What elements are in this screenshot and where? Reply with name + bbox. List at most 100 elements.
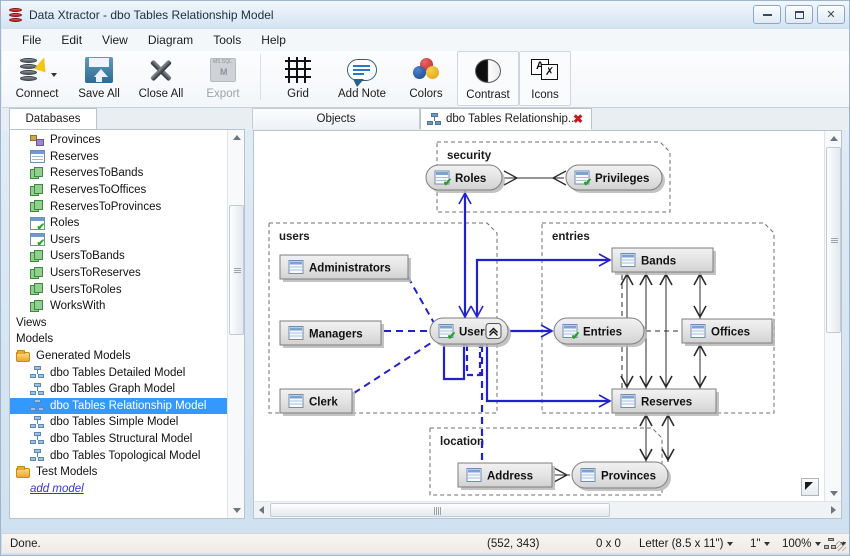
diagram-node[interactable]: ✔Entries: [554, 318, 647, 347]
canvas-resize-handle[interactable]: [801, 478, 819, 496]
tree-item[interactable]: Generated Models: [10, 348, 228, 365]
canvas-scroll-down-icon[interactable]: [825, 486, 842, 501]
node-icon-row: [290, 270, 302, 271]
diagram-edges: [354, 171, 706, 482]
icons-button[interactable]: Icons: [519, 51, 571, 106]
tree-item[interactable]: ReservesToProvinces: [10, 198, 228, 215]
diagram-edge[interactable]: [487, 345, 610, 401]
node-icon-row: [290, 267, 302, 268]
canvas-scroll-right-icon[interactable]: [826, 503, 841, 517]
tree-scroll-thumb[interactable]: [229, 205, 244, 335]
diagram-node[interactable]: Administrators: [280, 255, 411, 282]
node-label: Roles: [455, 173, 486, 185]
tree-item[interactable]: add model: [10, 480, 228, 497]
node-label: Bands: [641, 256, 676, 268]
canvas-scroll-up-icon[interactable]: [825, 131, 842, 146]
tree-item[interactable]: dbo Tables Graph Model: [10, 381, 228, 398]
tree-item[interactable]: WorksWith: [10, 298, 228, 315]
tree-item[interactable]: Users: [10, 232, 228, 249]
add-note-button[interactable]: Add Note: [329, 51, 395, 106]
canvas-hscroll-thumb[interactable]: [270, 503, 610, 517]
status-zoom[interactable]: 100%: [782, 538, 821, 550]
menu-item-help[interactable]: Help: [251, 31, 296, 49]
tree-item[interactable]: dbo Tables Detailed Model: [10, 364, 228, 381]
status-unit-label: 1": [750, 538, 760, 550]
diagram-node[interactable]: ✔Roles: [426, 165, 505, 193]
tree-item[interactable]: Roles: [10, 215, 228, 232]
diagram-node[interactable]: Provinces: [572, 462, 671, 491]
tree-item[interactable]: UsersToRoles: [10, 281, 228, 298]
diagram-edge[interactable]: [408, 277, 434, 323]
diagram-node[interactable]: Offices: [682, 319, 775, 346]
tab-objects[interactable]: Objects: [252, 108, 420, 129]
tree-item[interactable]: UsersToBands: [10, 248, 228, 265]
tree-item[interactable]: ReservesToOffices: [10, 182, 228, 199]
node-icon-row: [622, 404, 634, 405]
menu-item-view[interactable]: View: [92, 31, 138, 49]
diagram-edge[interactable]: [444, 345, 464, 379]
tree-item[interactable]: Views: [10, 315, 228, 332]
tree-item[interactable]: dbo Tables Simple Model: [10, 414, 228, 431]
tree-item[interactable]: Test Models: [10, 464, 228, 481]
status-paper-size[interactable]: Letter (8.5 x 11"): [639, 538, 733, 550]
tree-item-label: dbo Tables Simple Model: [50, 416, 178, 428]
node-icon-row: [468, 478, 480, 479]
menu-item-file[interactable]: File: [12, 31, 51, 49]
menu-item-tools[interactable]: Tools: [203, 31, 251, 49]
tree-item[interactable]: UsersToReserves: [10, 265, 228, 282]
close-all-icon: [147, 54, 175, 86]
tree-item[interactable]: ReservesToBands: [10, 165, 228, 182]
canvas-vertical-scrollbar[interactable]: [824, 131, 841, 501]
database-tree[interactable]: ProvincesReservesReservesToBandsReserves…: [9, 129, 245, 519]
canvas-horizontal-scrollbar[interactable]: [254, 501, 841, 518]
node-label: Privileges: [595, 173, 649, 185]
diagram-canvas[interactable]: securityusersentrieslocation✔Roles✔Privi…: [254, 131, 824, 501]
tree-item[interactable]: Reserves: [10, 149, 228, 166]
paper-dropdown-caret[interactable]: [727, 542, 733, 546]
tab-document-relationship-model[interactable]: dbo Tables Relationship... ✖: [420, 108, 592, 130]
tree-item-label: Views: [16, 317, 46, 329]
colors-button[interactable]: Colors: [395, 51, 457, 106]
menu-item-diagram[interactable]: Diagram: [138, 31, 203, 49]
unit-dropdown-caret[interactable]: [764, 542, 770, 546]
diagram-edge[interactable]: [467, 345, 480, 375]
grid-icon: [285, 54, 311, 86]
maximize-button[interactable]: [785, 5, 813, 24]
diagram-node[interactable]: Bands: [612, 248, 716, 275]
scroll-down-icon[interactable]: [228, 503, 245, 518]
diagram-node[interactable]: Clerk: [280, 389, 355, 416]
tree-item[interactable]: Provinces: [10, 132, 228, 149]
tree-item-label: UsersToBands: [50, 250, 125, 262]
canvas-scroll-thumb[interactable]: [826, 147, 841, 333]
diagram-edge[interactable]: [354, 341, 434, 393]
close-button[interactable]: ✕: [817, 5, 845, 24]
scroll-up-icon[interactable]: [228, 130, 245, 145]
menu-item-edit[interactable]: Edit: [51, 31, 92, 49]
save-all-button[interactable]: Save All: [68, 51, 130, 106]
diagram-node[interactable]: Reserves: [612, 389, 719, 416]
minimize-button[interactable]: [753, 5, 781, 24]
resize-grip[interactable]: [836, 541, 846, 551]
zoom-dropdown-caret[interactable]: [815, 542, 821, 546]
view-icon: [30, 167, 45, 180]
tree-item[interactable]: dbo Tables Structural Model: [10, 431, 228, 448]
diagram-node[interactable]: Managers: [280, 321, 384, 348]
close-all-button[interactable]: Close All: [130, 51, 192, 106]
grid-button[interactable]: Grid: [267, 51, 329, 106]
canvas-scroll-left-icon[interactable]: [254, 503, 269, 517]
contrast-button[interactable]: Contrast: [457, 51, 519, 106]
node-label: Offices: [711, 327, 750, 339]
diagram-node[interactable]: Address: [458, 463, 555, 490]
connect-dropdown-caret[interactable]: [51, 73, 57, 77]
tree-vertical-scrollbar[interactable]: [227, 130, 244, 518]
connect-button[interactable]: Connect: [6, 51, 68, 106]
close-tab-icon[interactable]: ✖: [573, 112, 583, 126]
tab-databases[interactable]: Databases: [9, 108, 97, 129]
diagram-node[interactable]: ✔Privileges: [566, 165, 665, 193]
tree-item[interactable]: Models: [10, 331, 228, 348]
node-icon-header: [576, 172, 588, 175]
tree-item[interactable]: dbo Tables Topological Model: [10, 447, 228, 464]
diagram-node[interactable]: ✔Users: [430, 318, 511, 347]
status-unit[interactable]: 1": [750, 538, 770, 550]
tree-item[interactable]: dbo Tables Relationship Model: [10, 398, 228, 415]
